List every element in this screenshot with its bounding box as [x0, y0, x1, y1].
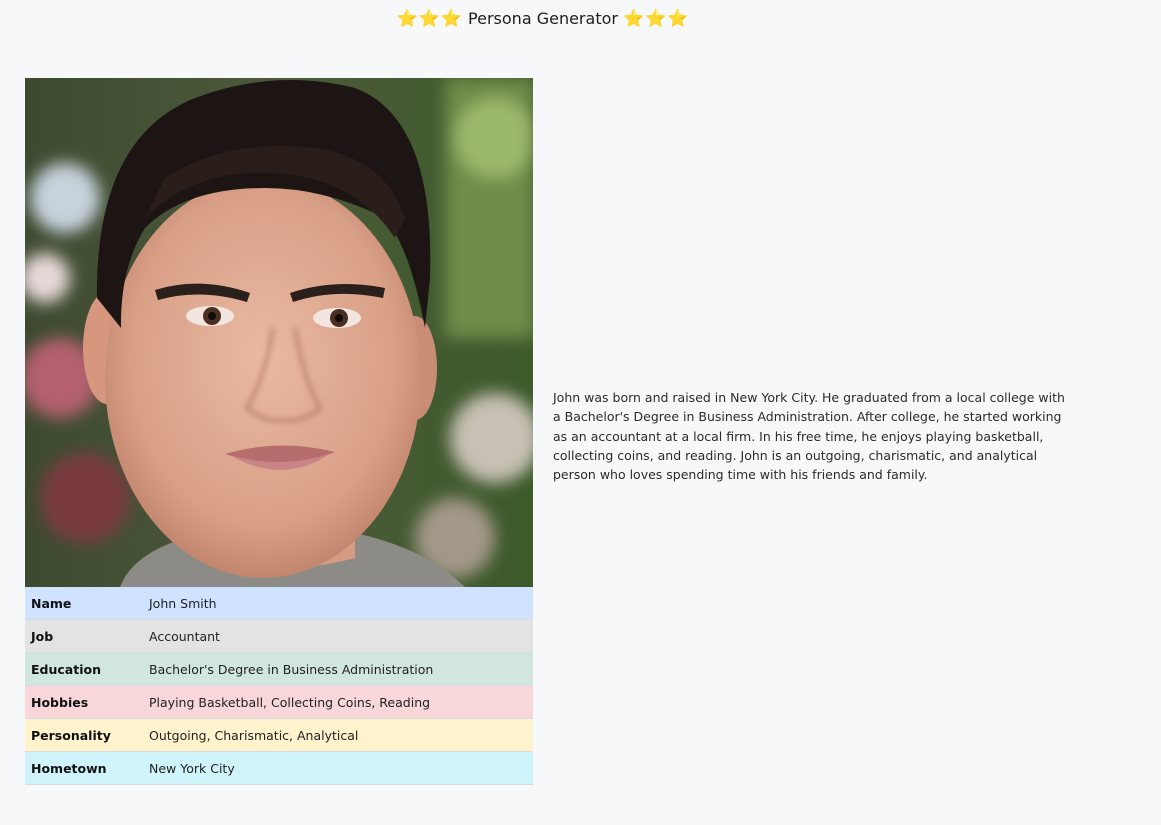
- attribute-key: Hometown: [25, 751, 143, 785]
- attribute-key: Personality: [25, 718, 143, 752]
- page-title-text: Persona Generator: [468, 9, 618, 28]
- page-title: ⭐⭐⭐ Persona Generator ⭐⭐⭐: [0, 8, 1086, 30]
- attribute-value: New York City: [143, 751, 533, 785]
- attribute-key: Education: [25, 652, 143, 686]
- persona-bio: John was born and raised in New York Cit…: [553, 390, 1065, 483]
- attribute-value: John Smith: [143, 587, 533, 620]
- attribute-value: Bachelor's Degree in Business Administra…: [143, 652, 533, 686]
- star-icon-group-right: ⭐⭐⭐: [623, 9, 690, 29]
- attribute-row-name: Name John Smith: [25, 587, 533, 620]
- persona-card: Name John Smith Job Accountant Education Bach…: [25, 78, 533, 785]
- attribute-key: Hobbies: [25, 685, 143, 719]
- attribute-row-hometown: Hometown New York City: [25, 751, 533, 785]
- attribute-value: Outgoing, Charismatic, Analytical: [143, 718, 533, 752]
- attribute-row-education: Education Bachelor's Degree in Business A…: [25, 652, 533, 686]
- attribute-value: Accountant: [143, 619, 533, 653]
- attribute-value: Playing Basketball, Collecting Coins, Re…: [143, 685, 533, 719]
- attribute-row-job: Job Accountant: [25, 619, 533, 653]
- attribute-row-hobbies: Hobbies Playing Basketball, Collecting Co…: [25, 685, 533, 719]
- portrait-photo: [25, 78, 533, 587]
- star-icon-group-left: ⭐⭐⭐: [396, 9, 463, 29]
- attribute-row-personality: Personality Outgoing, Charismatic, Analyt…: [25, 718, 533, 752]
- persona-attributes-table: Name John Smith Job Accountant Education Bach…: [25, 587, 533, 785]
- attribute-key: Name: [25, 587, 143, 620]
- attribute-key: Job: [25, 619, 143, 653]
